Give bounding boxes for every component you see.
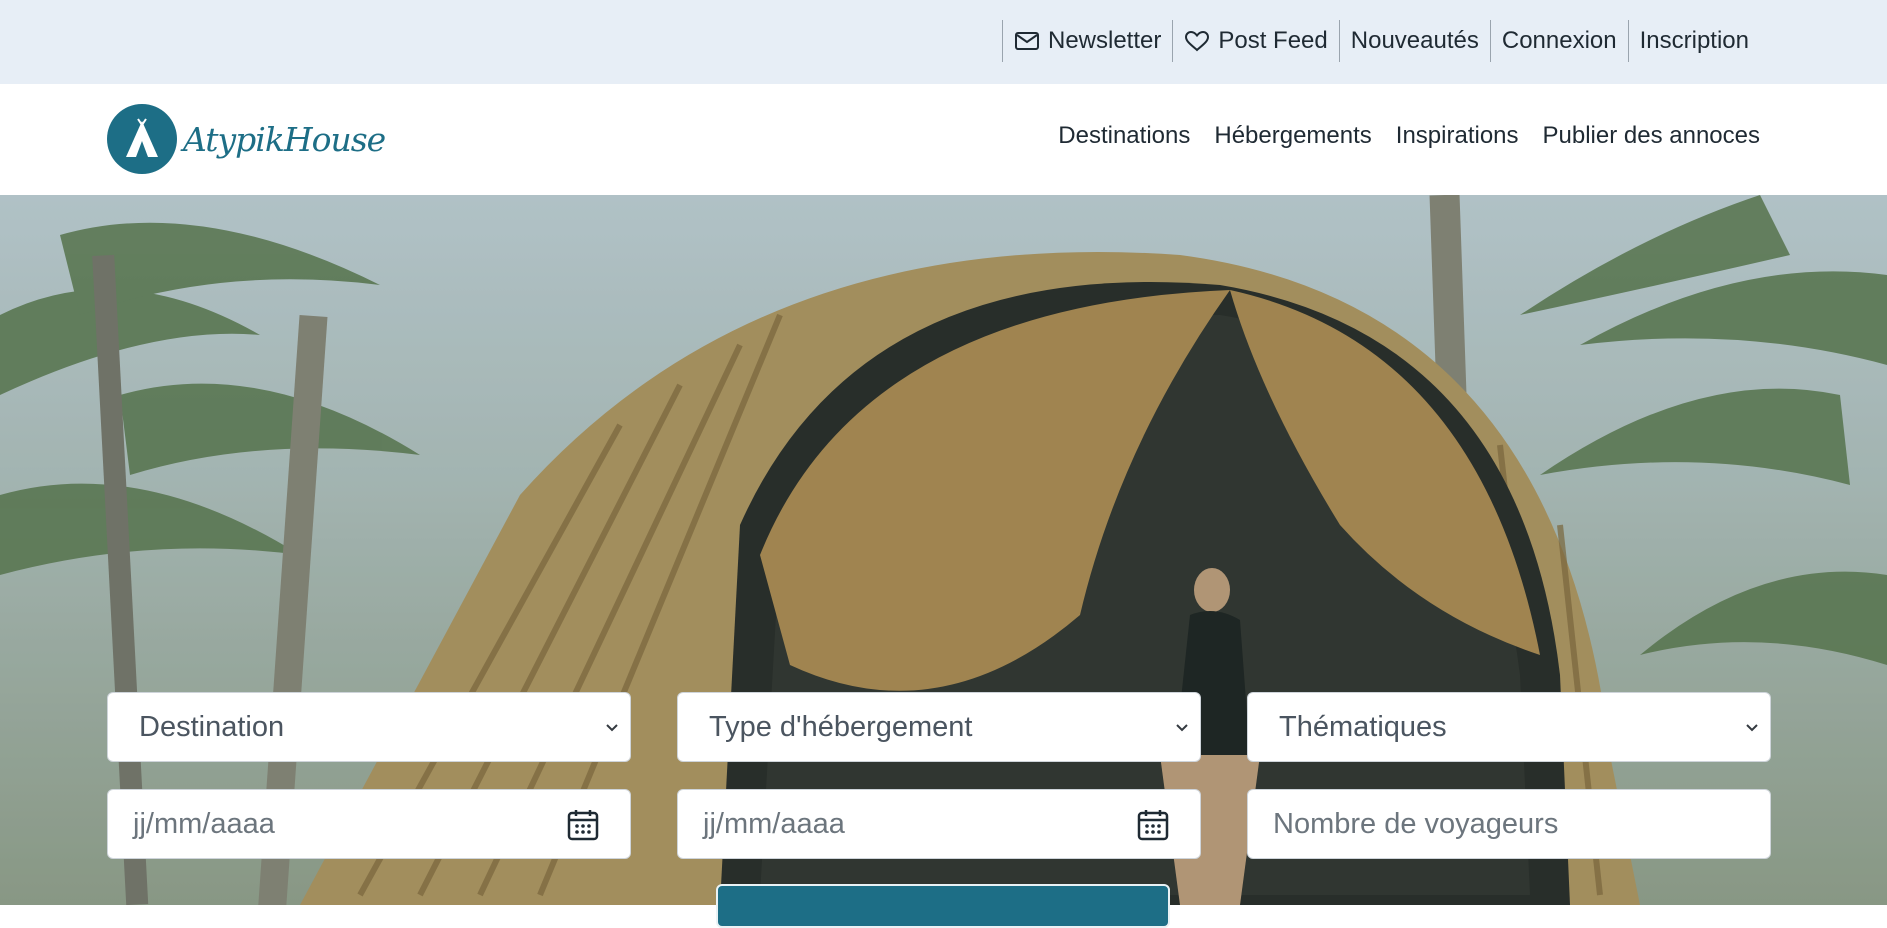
type-hebergement-select[interactable]: Type d'hébergement [677, 692, 1201, 762]
inscription-link[interactable]: Inscription [1627, 20, 1760, 62]
type-hebergement-select-label: Type d'hébergement [709, 710, 973, 743]
nav-publier-annonces[interactable]: Publier des annoces [1543, 122, 1760, 150]
chevron-down-icon [606, 724, 618, 732]
date-arrivee-input[interactable]: jj/mm/aaaa [107, 789, 631, 859]
calendar-icon[interactable] [566, 808, 600, 842]
post-feed-link[interactable]: Post Feed [1172, 20, 1338, 62]
newsletter-label: Newsletter [1047, 27, 1162, 54]
date-depart-placeholder: jj/mm/aaaa [703, 807, 845, 840]
nouveautes-label: Nouveautés [1350, 27, 1479, 54]
calendar-icon[interactable] [1136, 808, 1170, 842]
top-links: Newsletter Post Feed Nouveautés Connexio… [1001, 20, 1760, 62]
connexion-link[interactable]: Connexion [1489, 20, 1628, 62]
destination-select-label: Destination [139, 710, 285, 743]
site-logo[interactable]: AtypikHouse [107, 104, 386, 174]
tent-icon [126, 118, 158, 157]
chevron-down-icon [1746, 724, 1758, 732]
newsletter-link[interactable]: Newsletter [1001, 20, 1172, 62]
nav-inspirations[interactable]: Inspirations [1396, 122, 1519, 150]
heart-icon [1185, 30, 1210, 52]
nav-hebergements[interactable]: Hébergements [1214, 122, 1371, 150]
date-depart-input[interactable]: jj/mm/aaaa [677, 789, 1201, 859]
main-header: AtypikHouse Destinations Hébergements In… [0, 84, 1887, 195]
thematiques-select[interactable]: Thématiques [1247, 692, 1771, 762]
main-nav: Destinations Hébergements Inspirations P… [1058, 122, 1760, 150]
date-arrivee-placeholder: jj/mm/aaaa [133, 807, 275, 840]
top-utility-bar: Newsletter Post Feed Nouveautés Connexio… [0, 0, 1887, 84]
tipi-logo-icon [107, 104, 177, 174]
nouveautes-link[interactable]: Nouveautés [1338, 20, 1490, 62]
search-submit-button[interactable] [716, 884, 1170, 928]
nombre-voyageurs-input[interactable]: Nombre de voyageurs [1247, 789, 1771, 859]
post-feed-label: Post Feed [1218, 27, 1328, 54]
nav-destinations[interactable]: Destinations [1058, 122, 1190, 150]
envelope-icon [1014, 32, 1039, 50]
nombre-voyageurs-placeholder: Nombre de voyageurs [1273, 807, 1559, 840]
destination-select[interactable]: Destination [107, 692, 631, 762]
thematiques-select-label: Thématiques [1279, 710, 1447, 743]
chevron-down-icon [1176, 724, 1188, 732]
inscription-label: Inscription [1639, 27, 1749, 54]
logo-wordmark: AtypikHouse [183, 119, 386, 159]
connexion-label: Connexion [1501, 27, 1617, 54]
